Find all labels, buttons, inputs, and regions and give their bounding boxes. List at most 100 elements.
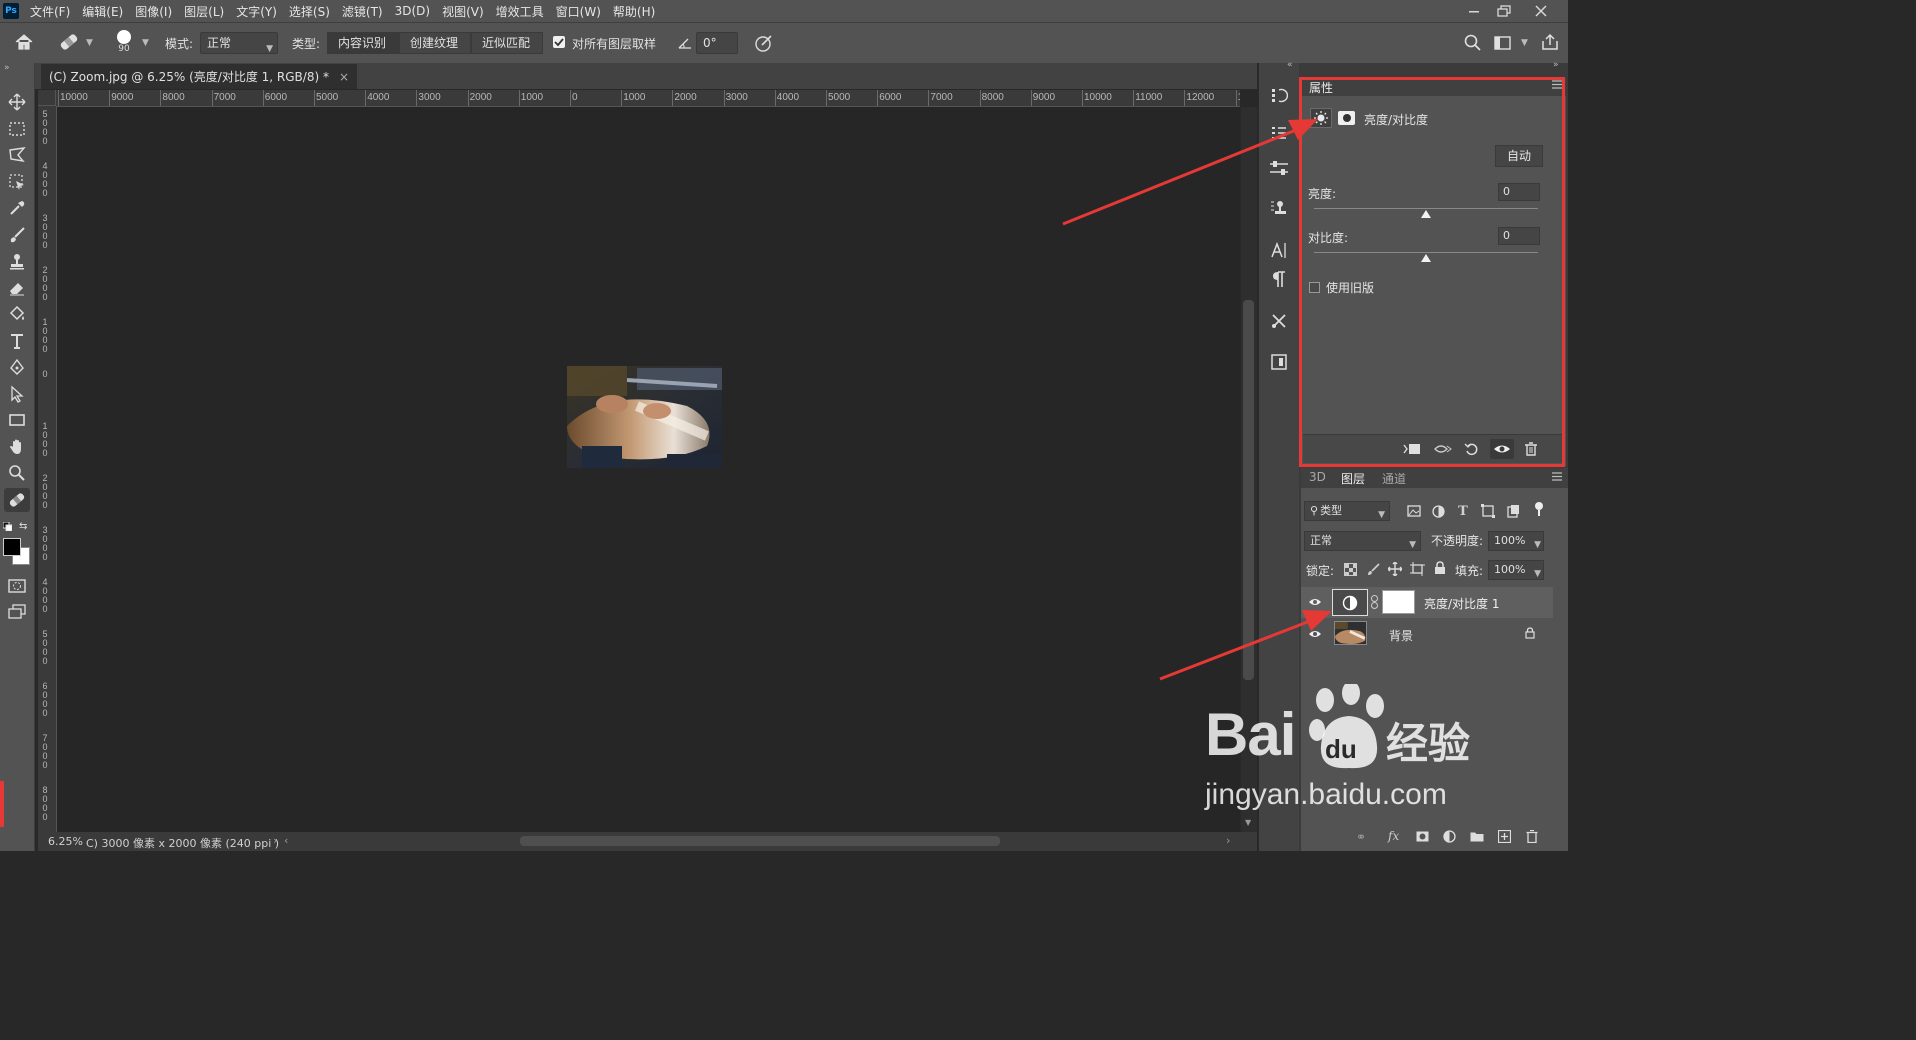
swap-colors-icon[interactable]: ⇆ bbox=[19, 521, 27, 532]
fx-icon[interactable]: fx bbox=[1388, 829, 1399, 843]
new-layer-icon[interactable] bbox=[1498, 830, 1511, 843]
menu-select[interactable]: 选择(S) bbox=[289, 3, 330, 20]
vertical-scrollbar-thumb[interactable] bbox=[1243, 300, 1254, 680]
zoom-tool[interactable] bbox=[4, 461, 30, 485]
chain-link-icon[interactable] bbox=[1371, 595, 1378, 609]
blend-mode-select[interactable]: 正常 ▼ bbox=[1304, 531, 1421, 551]
layer-name[interactable]: 背景 bbox=[1389, 627, 1413, 644]
layer-row[interactable]: 背景 bbox=[1301, 619, 1553, 650]
rectangle-tool[interactable] bbox=[4, 408, 30, 432]
background-layer-thumbnail[interactable] bbox=[1334, 621, 1367, 645]
chevron-down-icon[interactable]: ▼ bbox=[142, 38, 149, 48]
chevron-down-icon[interactable]: ▼ bbox=[1521, 38, 1528, 48]
document-tab[interactable]: (C) Zoom.jpg @ 6.25% (亮度/对比度 1, RGB/8) *… bbox=[41, 64, 358, 89]
filter-pixel-icon[interactable] bbox=[1406, 504, 1422, 518]
ruler-origin[interactable] bbox=[38, 90, 56, 106]
panel-menu-icon[interactable] bbox=[1552, 472, 1562, 481]
menu-filter[interactable]: 滤镜(T) bbox=[342, 3, 383, 20]
menu-edit[interactable]: 编辑(E) bbox=[82, 3, 123, 20]
history-panel-button[interactable] bbox=[1267, 83, 1291, 107]
restore-button[interactable] bbox=[1487, 0, 1521, 22]
zoom-level[interactable]: 6.25% bbox=[48, 835, 83, 848]
foreground-color-swatch[interactable] bbox=[3, 538, 21, 556]
menu-layer[interactable]: 图层(L) bbox=[184, 3, 224, 20]
type-proximity-match-button[interactable]: 近似匹配 bbox=[471, 32, 543, 54]
eraser-tool[interactable] bbox=[4, 276, 30, 300]
tab-channels[interactable]: 通道 bbox=[1382, 470, 1406, 487]
share-button[interactable] bbox=[1541, 33, 1559, 51]
pressure-size-button[interactable] bbox=[754, 33, 774, 53]
horizontal-scrollbar-thumb[interactable] bbox=[520, 836, 1000, 846]
canvas-area[interactable] bbox=[57, 107, 1240, 832]
menu-file[interactable]: 文件(F) bbox=[30, 3, 70, 20]
layer-name[interactable]: 亮度/对比度 1 bbox=[1424, 595, 1500, 612]
object-selection-tool[interactable] bbox=[4, 170, 30, 194]
new-group-icon[interactable] bbox=[1470, 831, 1484, 842]
home-button[interactable] bbox=[14, 33, 34, 51]
screen-mode-button[interactable] bbox=[4, 600, 30, 624]
add-mask-icon[interactable] bbox=[1416, 831, 1429, 842]
document-info[interactable]: C) 3000 像素 x 2000 像素 (240 ppi ) bbox=[86, 835, 279, 851]
filter-shape-icon[interactable] bbox=[1480, 504, 1496, 518]
layer-mask-thumbnail[interactable] bbox=[1382, 590, 1415, 614]
type-tool[interactable] bbox=[4, 329, 30, 353]
libraries-panel-button[interactable] bbox=[1267, 350, 1291, 374]
menu-image[interactable]: 图像(I) bbox=[135, 3, 172, 20]
type-create-texture-button[interactable]: 创建纹理 bbox=[399, 32, 471, 54]
path-selection-tool[interactable] bbox=[4, 382, 30, 406]
link-layers-icon[interactable]: ⚭ bbox=[1356, 830, 1366, 844]
filter-type-icon[interactable]: T bbox=[1455, 504, 1471, 519]
lock-artboard-button[interactable] bbox=[1410, 562, 1425, 576]
chevron-down-icon[interactable]: ▼ bbox=[86, 38, 93, 48]
menu-view[interactable]: 视图(V) bbox=[442, 3, 484, 20]
layer-row[interactable]: 亮度/对比度 1 bbox=[1301, 587, 1553, 618]
filter-smart-object-icon[interactable] bbox=[1505, 504, 1521, 518]
move-tool[interactable] bbox=[4, 90, 30, 114]
visibility-eye-icon[interactable] bbox=[1308, 597, 1322, 607]
angle-input[interactable]: 0° bbox=[696, 32, 738, 54]
menu-type[interactable]: 文字(Y) bbox=[236, 3, 277, 20]
visibility-eye-icon[interactable] bbox=[1308, 629, 1322, 639]
menu-window[interactable]: 窗口(W) bbox=[556, 3, 601, 20]
quick-mask-button[interactable] bbox=[4, 574, 30, 598]
default-colors-icon[interactable] bbox=[3, 522, 12, 531]
layer-filter-select[interactable]: ⚲ 类型 ▼ bbox=[1304, 501, 1390, 521]
search-button[interactable] bbox=[1464, 34, 1482, 52]
minimize-button[interactable] bbox=[1457, 0, 1491, 22]
brush-tool[interactable] bbox=[4, 223, 30, 247]
sample-all-layers-checkbox[interactable] bbox=[553, 36, 565, 48]
tab-3d[interactable]: 3D bbox=[1309, 470, 1326, 484]
opacity-input[interactable]: 100% ▼ bbox=[1488, 531, 1544, 551]
collapse-right-icon[interactable]: » bbox=[1553, 60, 1559, 70]
menu-help[interactable]: 帮助(H) bbox=[613, 3, 655, 20]
filter-adjustment-icon[interactable] bbox=[1430, 504, 1446, 518]
paragraph-panel-button[interactable] bbox=[1267, 267, 1291, 291]
lock-transparent-button[interactable] bbox=[1344, 563, 1357, 576]
lock-all-button[interactable] bbox=[1434, 561, 1446, 575]
stamp-tool[interactable] bbox=[4, 249, 30, 273]
tool-presets-panel-button[interactable] bbox=[1267, 309, 1291, 333]
marquee-tool[interactable] bbox=[4, 117, 30, 141]
fill-input[interactable]: 100% ▼ bbox=[1488, 560, 1544, 580]
pen-tool[interactable] bbox=[4, 355, 30, 379]
close-tab-icon[interactable]: × bbox=[339, 70, 349, 84]
menu-3d[interactable]: 3D(D) bbox=[395, 4, 430, 18]
scroll-right-arrow[interactable]: › bbox=[1226, 834, 1230, 847]
eyedropper-tool[interactable] bbox=[4, 196, 30, 220]
collapse-left-icon[interactable]: « bbox=[1287, 60, 1293, 70]
workspace-button[interactable] bbox=[1494, 35, 1512, 51]
scroll-left-arrow[interactable]: ‹ bbox=[284, 834, 288, 847]
lock-pixels-button[interactable] bbox=[1367, 563, 1380, 576]
type-content-aware-button[interactable]: 内容识别 bbox=[327, 32, 399, 54]
clone-source-panel-button[interactable] bbox=[1267, 196, 1291, 220]
adjustment-layer-thumbnail[interactable] bbox=[1332, 589, 1368, 616]
collapse-icon[interactable]: » bbox=[4, 63, 10, 73]
spot-healing-tool[interactable] bbox=[4, 488, 30, 512]
mode-select[interactable]: 正常 ▼ bbox=[200, 32, 278, 54]
new-adjustment-layer-icon[interactable] bbox=[1443, 830, 1456, 843]
menu-plugins[interactable]: 增效工具 bbox=[496, 3, 544, 20]
status-menu-arrow[interactable]: › bbox=[273, 834, 277, 847]
character-panel-button[interactable] bbox=[1267, 238, 1291, 262]
filter-toggle-icon[interactable] bbox=[1535, 502, 1543, 510]
hand-tool[interactable] bbox=[4, 435, 30, 459]
